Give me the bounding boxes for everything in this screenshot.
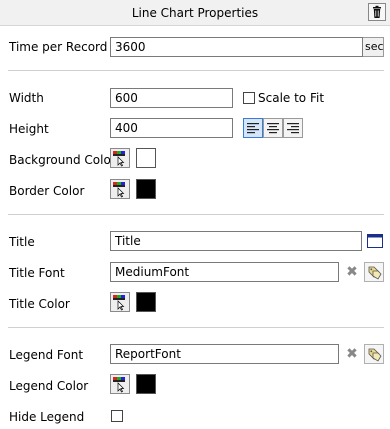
align-center-icon <box>267 123 279 134</box>
height-label: Height <box>9 122 49 136</box>
border-color-picker-button[interactable] <box>110 179 130 199</box>
border-color-swatch[interactable] <box>136 179 156 199</box>
legend-font-input[interactable]: ReportFont <box>110 344 339 364</box>
divider <box>8 70 384 71</box>
trash-icon <box>373 5 381 18</box>
legend-color-picker-button[interactable] <box>110 374 130 394</box>
background-color-picker-button[interactable] <box>110 148 130 168</box>
legend-color-swatch[interactable] <box>136 374 156 394</box>
color-picker-icon <box>113 151 125 167</box>
title-input[interactable]: Title <box>110 231 362 251</box>
scale-to-fit-checkbox[interactable] <box>243 92 255 104</box>
time-per-record-input[interactable]: 3600 <box>110 37 363 57</box>
title-color-picker-button[interactable] <box>110 292 130 312</box>
align-center-button[interactable] <box>263 118 283 138</box>
title-font-picker-button[interactable] <box>364 262 384 282</box>
divider <box>8 327 384 328</box>
legend-font-picker-button[interactable] <box>364 344 384 364</box>
height-input[interactable]: 400 <box>110 118 233 138</box>
align-right-icon <box>287 123 299 134</box>
color-picker-icon <box>113 182 125 198</box>
title-editor-icon <box>367 234 383 248</box>
border-color-label: Border Color <box>9 184 85 198</box>
legend-color-label: Legend Color <box>9 379 89 393</box>
clear-x-icon[interactable]: ✖ <box>344 264 360 280</box>
font-picker-icon <box>368 348 382 362</box>
hide-legend-label: Hide Legend <box>9 410 85 424</box>
scale-to-fit-label: Scale to Fit <box>258 91 325 105</box>
divider <box>8 214 384 215</box>
color-picker-icon <box>113 377 125 393</box>
title-label: Title <box>9 235 35 249</box>
font-picker-icon <box>368 266 382 280</box>
hide-legend-checkbox[interactable] <box>111 410 123 422</box>
align-left-button[interactable] <box>243 118 263 138</box>
clear-x-icon[interactable]: ✖ <box>344 346 360 362</box>
delete-button[interactable] <box>368 3 386 21</box>
title-color-label: Title Color <box>9 297 70 311</box>
time-unit-label: sec <box>363 37 384 57</box>
title-font-input[interactable]: MediumFont <box>110 262 339 282</box>
width-label: Width <box>9 91 44 105</box>
background-color-label: Background Color <box>9 153 116 167</box>
align-left-icon <box>247 123 259 134</box>
color-picker-icon <box>113 295 125 311</box>
time-per-record-label: Time per Record <box>9 40 108 54</box>
panel-header: Line Chart Properties <box>0 0 390 26</box>
align-right-button[interactable] <box>283 118 303 138</box>
panel-title: Line Chart Properties <box>131 6 259 20</box>
title-font-label: Title Font <box>9 266 65 280</box>
title-color-swatch[interactable] <box>136 292 156 312</box>
width-input[interactable]: 600 <box>110 88 233 108</box>
title-editor-button[interactable] <box>365 231 385 251</box>
background-color-swatch[interactable] <box>136 148 156 168</box>
legend-font-label: Legend Font <box>9 348 84 362</box>
